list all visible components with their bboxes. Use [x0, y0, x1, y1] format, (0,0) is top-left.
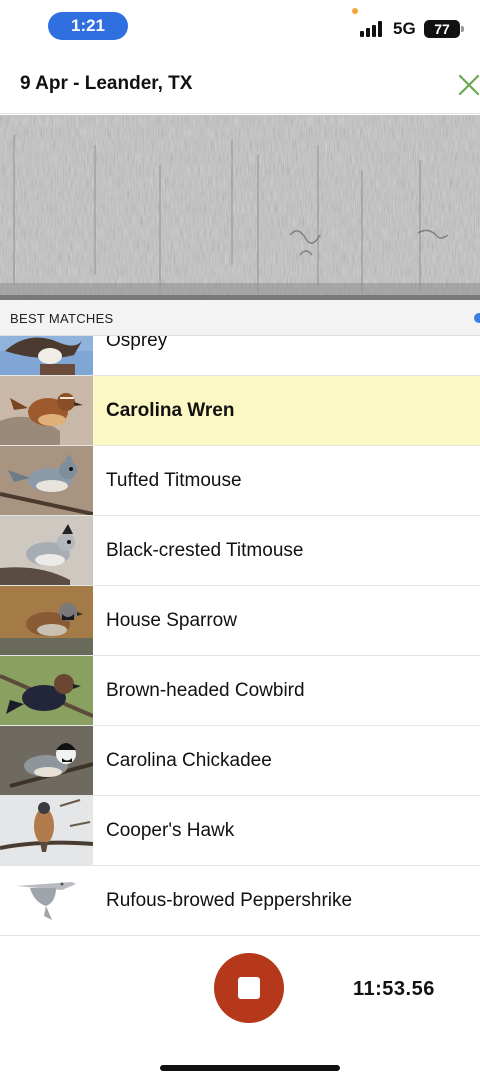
list-item-carolina-wren[interactable]: Carolina Wren — [0, 376, 480, 446]
spectrogram[interactable] — [0, 115, 480, 300]
bird-name: Brown-headed Cowbird — [106, 680, 305, 701]
close-icon[interactable] — [456, 72, 480, 98]
best-matches-label: BEST MATCHES — [10, 311, 114, 326]
bird-photo — [0, 586, 93, 655]
bird-photo — [0, 656, 93, 725]
bird-photo — [0, 446, 93, 515]
network-label: 5G — [393, 19, 416, 38]
list-item-carolina-chickadee[interactable]: Carolina Chickadee — [0, 726, 480, 796]
bird-photo — [0, 336, 93, 375]
bird-name: Carolina Chickadee — [106, 750, 272, 771]
privacy-indicator — [352, 8, 358, 14]
list-item-coopers-hawk[interactable]: Cooper's Hawk — [0, 796, 480, 866]
recording-controls: 11:53.56 — [0, 936, 480, 1080]
bird-photo — [0, 376, 93, 445]
bird-name: House Sparrow — [106, 610, 237, 631]
bird-photo — [0, 726, 93, 795]
stop-icon — [238, 977, 260, 999]
matches-list[interactable]: Osprey Carolina Wren Tufted Titmouse Bla… — [0, 336, 480, 936]
bird-name: Carolina Wren — [106, 400, 235, 421]
bird-photo — [0, 516, 93, 585]
list-item-brown-headed-cowbird[interactable]: Brown-headed Cowbird — [0, 656, 480, 726]
list-item-tufted-titmouse[interactable]: Tufted Titmouse — [0, 446, 480, 516]
spectrogram-image — [0, 115, 480, 300]
bird-name: Rufous-browed Peppershrike — [106, 890, 353, 911]
status-time[interactable]: 1:21 — [48, 12, 128, 40]
bird-name: Cooper's Hawk — [106, 820, 235, 841]
best-matches-header: BEST MATCHES — [0, 300, 480, 336]
placeholder-bird-icon — [0, 866, 93, 935]
bird-photo — [0, 796, 93, 865]
bird-name: Black-crested Titmouse — [106, 540, 304, 561]
status-bar: 1:21 5G 77 — [0, 0, 480, 56]
bird-name: Osprey — [106, 336, 168, 351]
list-item-rufous-browed-peppershrike[interactable]: Rufous-browed Peppershrike — [0, 866, 480, 936]
list-item-house-sparrow[interactable]: House Sparrow — [0, 586, 480, 656]
page-title: 9 Apr - Leander, TX — [20, 73, 193, 94]
elapsed-time: 11:53.56 — [353, 978, 435, 1000]
list-item-black-crested-titmouse[interactable]: Black-crested Titmouse — [0, 516, 480, 586]
stop-button[interactable] — [214, 953, 284, 1023]
list-item-osprey[interactable]: Osprey — [0, 336, 480, 376]
signal-icon — [360, 21, 386, 37]
bird-name: Tufted Titmouse — [106, 470, 242, 491]
indicator-dot — [474, 313, 480, 323]
battery-icon: 77 — [424, 20, 464, 38]
header: 9 Apr - Leander, TX — [0, 56, 480, 114]
home-indicator[interactable] — [160, 1065, 340, 1071]
